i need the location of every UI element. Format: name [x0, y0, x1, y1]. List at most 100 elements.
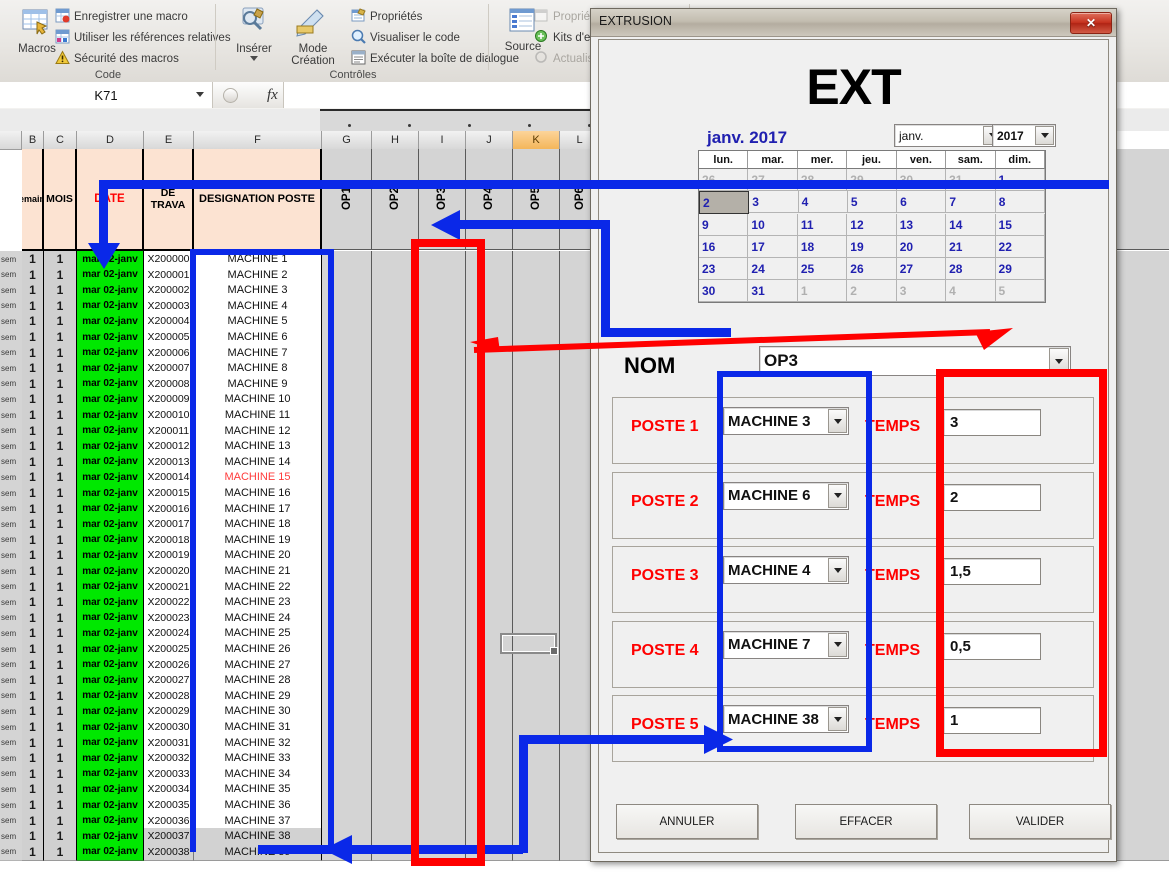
cell-semaine[interactable]: 1	[22, 500, 44, 518]
cell-op1[interactable]	[322, 750, 372, 768]
cell-op1[interactable]	[322, 719, 372, 736]
cell-code[interactable]: X200035	[144, 797, 194, 814]
calendar-day[interactable]: 1	[995, 169, 1045, 191]
temps-input-5[interactable]: 1	[943, 707, 1041, 734]
name-box-chevron-down-icon[interactable]	[196, 92, 204, 97]
cell-mois[interactable]: 1	[44, 375, 77, 393]
cell-op2[interactable]	[372, 625, 419, 643]
cell-date[interactable]: mar 02-janv	[77, 781, 145, 799]
cell-op4[interactable]	[466, 531, 513, 549]
cell-op5[interactable]	[513, 578, 560, 596]
cell-mois[interactable]: 1	[44, 641, 77, 658]
cell-op2[interactable]	[372, 391, 419, 409]
cell-code[interactable]: X200013	[144, 453, 194, 471]
cell-op5[interactable]	[513, 313, 560, 331]
cell-machine[interactable]: MACHINE 25	[194, 625, 323, 643]
cell-op5[interactable]	[513, 609, 560, 627]
cell-op1[interactable]	[322, 469, 372, 487]
cell-machine[interactable]: MACHINE 19	[194, 531, 323, 549]
calendar-day[interactable]: 28	[946, 258, 996, 280]
cell-semaine[interactable]: 1	[22, 375, 44, 393]
cell-code[interactable]: X200038	[144, 843, 194, 861]
calendar-day[interactable]: 5	[995, 280, 1045, 302]
valider-button[interactable]: VALIDER	[969, 804, 1111, 839]
cell-op4[interactable]	[466, 750, 513, 768]
calendar-day[interactable]: 13	[896, 214, 947, 236]
cell-semaine[interactable]: 1	[22, 547, 44, 565]
calendar-day[interactable]: 27	[748, 169, 798, 191]
cell-op4[interactable]	[466, 297, 513, 315]
cell-op3[interactable]	[419, 594, 466, 612]
chevron-down-icon[interactable]	[828, 707, 847, 731]
cell-op5[interactable]	[513, 297, 560, 315]
cell-mois[interactable]: 1	[44, 266, 77, 284]
cell-op2[interactable]	[372, 531, 419, 549]
cell-code[interactable]: X200006	[144, 344, 194, 362]
calendar-day[interactable]: 23	[699, 258, 749, 280]
cell-op4[interactable]	[466, 266, 513, 284]
cell-mois[interactable]: 1	[44, 313, 77, 331]
cell-op4[interactable]	[466, 656, 513, 674]
chevron-down-icon[interactable]	[1035, 126, 1054, 145]
row-header[interactable]: sem	[0, 609, 23, 627]
name-box[interactable]: K71	[0, 82, 213, 108]
calendar-day[interactable]: 30	[896, 169, 947, 191]
cell-op2[interactable]	[372, 578, 419, 596]
cell-code[interactable]: X200023	[144, 609, 194, 627]
cell-semaine[interactable]: 1	[22, 750, 44, 768]
cell-op3[interactable]	[419, 547, 466, 565]
calendar-day[interactable]: 17	[748, 236, 798, 258]
cell-op1[interactable]	[322, 391, 372, 409]
cell-date[interactable]: mar 02-janv	[77, 625, 145, 643]
cell-code[interactable]: X200000	[144, 251, 194, 268]
proprietes-item[interactable]: Propriétés	[351, 8, 422, 23]
cell-op5[interactable]	[513, 812, 560, 830]
cell-date[interactable]: mar 02-janv	[77, 438, 145, 456]
column-header-c[interactable]: C	[44, 131, 77, 150]
cell-machine[interactable]: MACHINE 22	[194, 578, 323, 596]
cell-op2[interactable]	[372, 703, 419, 721]
cell-machine[interactable]: MACHINE 8	[194, 360, 323, 378]
cell-op1[interactable]	[322, 578, 372, 596]
cell-semaine[interactable]: 1	[22, 282, 44, 300]
cell-code[interactable]: X200010	[144, 407, 194, 424]
cell-op4[interactable]	[466, 703, 513, 721]
cell-op1[interactable]	[322, 672, 372, 690]
row-header[interactable]: sem	[0, 828, 23, 846]
cell-mois[interactable]: 1	[44, 687, 77, 705]
cell-op4[interactable]	[466, 407, 513, 424]
cell-op3[interactable]	[419, 344, 466, 362]
cell-op3[interactable]	[419, 438, 466, 456]
extrusion-userform[interactable]: EXTRUSION ✕ EXT janv. 2017 janv. 2017 lu…	[590, 8, 1117, 862]
row-header[interactable]: sem	[0, 703, 23, 721]
cell-op5[interactable]	[513, 282, 560, 300]
cell-op4[interactable]	[466, 391, 513, 409]
cell-machine[interactable]: MACHINE 21	[194, 563, 323, 580]
cell-op4[interactable]	[466, 781, 513, 799]
cell-op5[interactable]	[513, 375, 560, 393]
column-header-i[interactable]: I	[419, 131, 466, 150]
cell-op3[interactable]	[419, 812, 466, 830]
cell-op4[interactable]	[466, 578, 513, 596]
cell-mois[interactable]: 1	[44, 547, 77, 565]
cell-op2[interactable]	[372, 812, 419, 830]
cell-op4[interactable]	[466, 812, 513, 830]
cell-machine[interactable]: MACHINE 2	[194, 266, 323, 284]
cell-mois[interactable]: 1	[44, 672, 77, 690]
cell-mois[interactable]: 1	[44, 453, 77, 471]
cell-op2[interactable]	[372, 656, 419, 674]
cell-op1[interactable]	[322, 703, 372, 721]
row-header[interactable]: sem	[0, 438, 23, 456]
chevron-down-icon[interactable]	[1049, 348, 1069, 374]
cell-op5[interactable]	[513, 516, 560, 534]
cell-op2[interactable]	[372, 547, 419, 565]
cell-op4[interactable]	[466, 251, 513, 268]
cell-mois[interactable]: 1	[44, 812, 77, 830]
references-relatives-item[interactable]: Utiliser les références relatives	[55, 29, 231, 44]
cell-mois[interactable]: 1	[44, 750, 77, 768]
cell-mois[interactable]: 1	[44, 251, 77, 268]
row-header[interactable]: sem	[0, 391, 23, 409]
cell-op1[interactable]	[322, 828, 372, 846]
row-header[interactable]: sem	[0, 656, 23, 674]
cell-mois[interactable]: 1	[44, 438, 77, 456]
